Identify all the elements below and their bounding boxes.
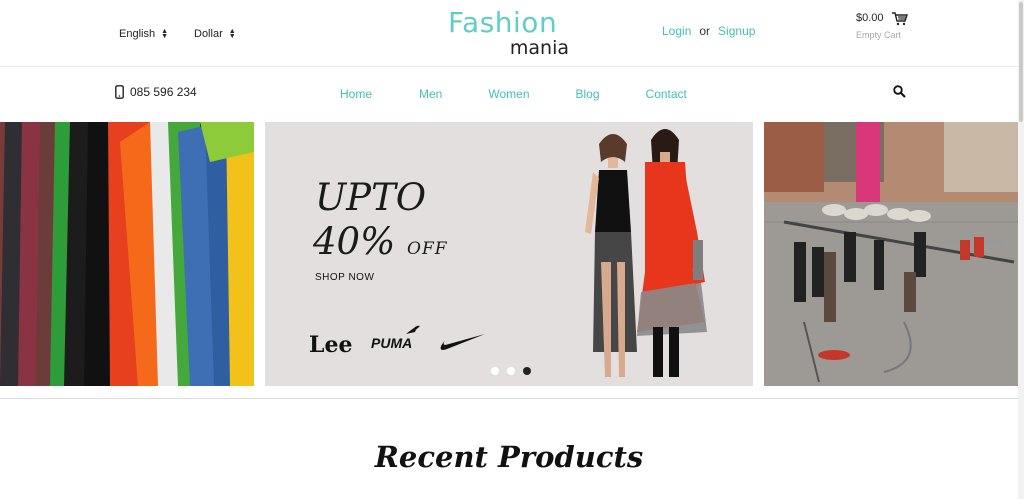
carousel-dot-3[interactable] <box>523 367 531 375</box>
scrollbar-thumb[interactable] <box>1019 2 1023 122</box>
hero-image-shoes[interactable] <box>764 122 1020 386</box>
updown-arrow-icon: ▲ ▼ <box>228 28 236 40</box>
phone-number: 085 596 234 <box>130 85 197 99</box>
promo-headline-line2: 40% OFF <box>313 220 448 263</box>
nav-men[interactable]: Men <box>419 87 442 101</box>
shoe-market-image <box>764 122 1020 386</box>
auth-links: Login or Signup <box>662 24 755 38</box>
promo-headline-line1: UPTO <box>315 176 427 219</box>
signup-link[interactable]: Signup <box>718 24 755 38</box>
updown-arrow-icon: ▲ ▼ <box>161 28 169 40</box>
or-text: or <box>699 24 711 38</box>
main-nav: Home Men Women Blog Contact <box>340 87 687 101</box>
language-value: English <box>119 28 156 40</box>
nav-women[interactable]: Women <box>488 87 529 101</box>
carousel-dot-2[interactable] <box>507 367 515 375</box>
login-link[interactable]: Login <box>662 24 691 38</box>
nav-contact[interactable]: Contact <box>646 87 687 101</box>
brand-lee-logo: Lee <box>309 332 353 358</box>
brand-nike-swoosh-icon <box>440 334 485 350</box>
carousel-dot-1[interactable] <box>491 367 499 375</box>
currency-value: Dollar <box>194 28 223 40</box>
page-scrollbar[interactable] <box>1018 0 1024 499</box>
currency-select[interactable]: Dollar ▲ ▼ <box>194 28 236 40</box>
section-divider <box>0 398 1018 399</box>
nav-home[interactable]: Home <box>340 87 372 101</box>
models-image <box>585 129 707 377</box>
carousel-dots <box>491 367 531 375</box>
logo-text-primary: Fashion <box>448 6 558 39</box>
nav-bar: 085 596 234 Home Men Women Blog Contact <box>0 67 1024 121</box>
logo-text-secondary: mania <box>509 37 569 59</box>
promo-discount: 40% <box>313 220 396 263</box>
puma-cat-icon <box>406 325 420 334</box>
cart-icon <box>892 12 908 26</box>
site-logo[interactable]: Fashion mania <box>448 6 573 60</box>
nav-blog[interactable]: Blog <box>576 87 600 101</box>
promo-off-text: OFF <box>407 239 448 259</box>
hero-image-clothes[interactable] <box>0 122 254 386</box>
search-icon <box>893 85 906 98</box>
top-bar: English ▲ ▼ Dollar ▲ ▼ Fashion mania Login… <box>0 0 1024 67</box>
search-button[interactable] <box>893 85 906 103</box>
clothes-rack-image <box>0 122 254 386</box>
brand-puma-logo: PUMA <box>371 335 413 351</box>
phone-icon <box>115 85 124 99</box>
promo-banner: UPTO 40% OFF SHOP NOW Lee PUMA <box>265 122 753 386</box>
phone-contact: 085 596 234 <box>115 85 197 99</box>
shop-now-button[interactable]: SHOP NOW <box>315 272 374 283</box>
language-select[interactable]: English ▲ ▼ <box>119 28 168 40</box>
cart-widget[interactable]: $0.00 Empty Cart <box>856 12 916 40</box>
cart-status: Empty Cart <box>856 30 902 40</box>
recent-products-heading: Recent Products <box>374 440 644 474</box>
